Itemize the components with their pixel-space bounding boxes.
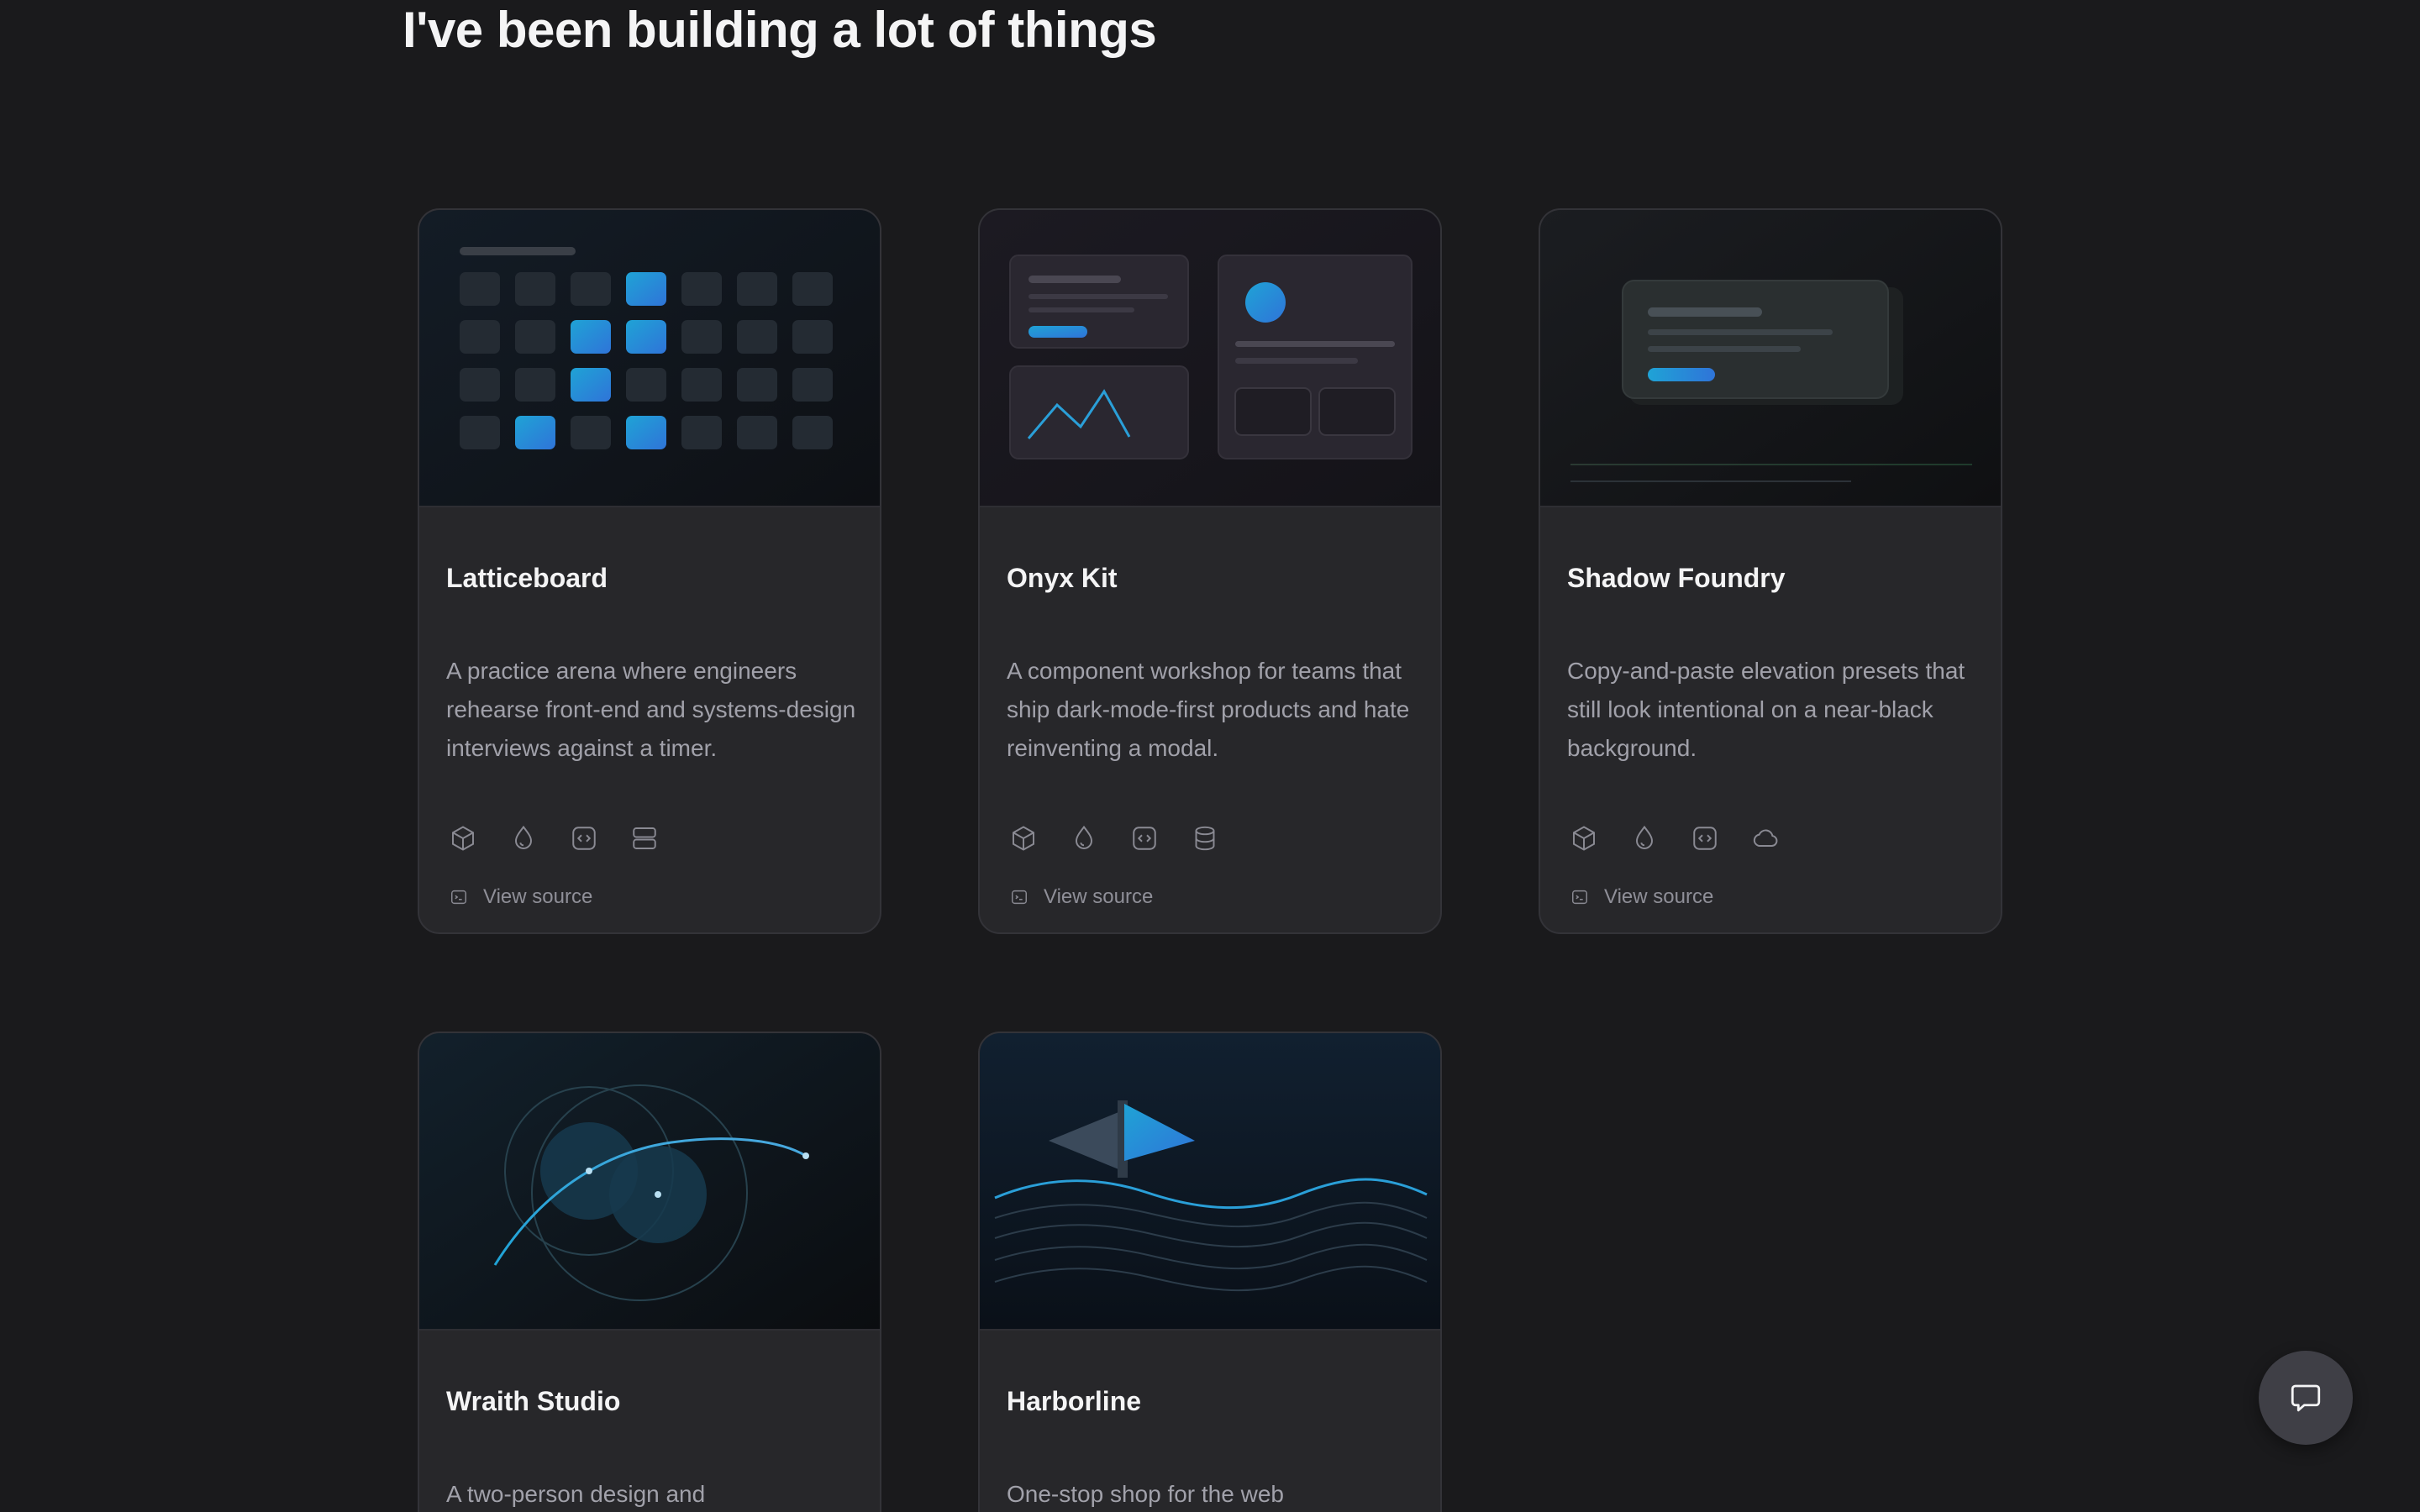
server-icon [629,823,660,853]
grid-cell [737,320,777,354]
grid-cell [792,416,833,449]
droplet-icon [1629,823,1660,853]
project-title: Onyx Kit [1007,563,1118,593]
grid-cell [792,368,833,402]
grid-cell [460,416,500,449]
project-card-harborline[interactable]: Harborline One-stop shop for the web [978,1032,1442,1512]
terminal-icon [1570,888,1589,906]
view-source-link[interactable]: View source [450,885,592,909]
project-description: Copy-and-paste elevation presets that st… [1567,658,1965,761]
project-card-shadow-foundry[interactable]: Shadow Foundry Copy-and-paste elevation … [1539,208,2002,934]
grid-cell-active [571,320,611,354]
project-description: A two-person design and [446,1481,706,1507]
grid-cell [515,272,555,306]
grid-cell-active [626,272,666,306]
project-thumbnail [1540,210,2001,507]
droplet-icon [508,823,539,853]
project-description: A practice arena where engineers rehears… [446,658,856,761]
grid-cell [571,272,611,306]
view-source-link[interactable]: View source [1010,885,1153,909]
grid-cell [515,320,555,354]
code-icon [1129,823,1160,853]
grid-cell [681,320,722,354]
droplet-icon [1069,823,1099,853]
grid-cell-active [515,416,555,449]
project-title: Shadow Foundry [1567,563,1786,593]
grid-cell-active [571,368,611,402]
projects-page: I've been building a lot of things Latti… [0,0,2420,1512]
database-icon [1190,823,1220,853]
project-title: Wraith Studio [446,1386,621,1416]
grid-cell [571,416,611,449]
project-card-latticeboard[interactable]: Latticeboard A practice arena where engi… [418,208,881,934]
grid-cell [460,272,500,306]
view-source-label: View source [483,885,593,908]
code-icon [569,823,599,853]
project-thumbnail [980,1033,1440,1331]
latticeboard-preview-graphic [419,210,880,506]
grid-cell [460,368,500,402]
chat-bubble-icon [2288,1380,2323,1415]
project-card-wraith-studio[interactable]: Wraith Studio A two-person design and [418,1032,881,1512]
grid-cell-active [626,416,666,449]
view-source-link[interactable]: View source [1570,885,1713,909]
grid-cell [626,368,666,402]
grid-cell [792,272,833,306]
project-thumbnail [419,1033,880,1331]
grid-cell [460,320,500,354]
project-thumbnail [419,210,880,507]
code-icon [1690,823,1720,853]
wraith-studio-preview-graphic [419,1033,880,1329]
grid-cell [681,368,722,402]
grid-cell [792,320,833,354]
grid-cell [737,416,777,449]
project-description: One-stop shop for the web [1007,1481,1284,1507]
tech-stack-icons [1008,823,1220,853]
tech-stack-icons [448,823,660,853]
grid-cell [681,416,722,449]
onyx-kit-preview-graphic [980,210,1440,506]
shadow-foundry-preview-graphic [1540,210,2001,506]
page-heading: I've been building a lot of things [402,2,1157,58]
chat-button[interactable] [2259,1351,2353,1445]
cube-icon [448,823,478,853]
cube-icon [1008,823,1039,853]
project-title: Latticeboard [446,563,608,593]
harborline-preview-graphic [980,1033,1440,1329]
grid-cell-active [626,320,666,354]
project-description: A component workshop for teams that ship… [1007,658,1410,761]
tech-stack-icons [1569,823,1781,853]
cube-icon [1569,823,1599,853]
cloud-icon [1750,823,1781,853]
grid-cell [515,368,555,402]
terminal-icon [450,888,468,906]
view-source-label: View source [1604,885,1714,908]
project-title: Harborline [1007,1386,1142,1416]
grid-cell [737,272,777,306]
project-thumbnail [980,210,1440,507]
terminal-icon [1010,888,1028,906]
view-source-label: View source [1044,885,1154,908]
grid-cell [681,272,722,306]
grid-cell [737,368,777,402]
project-card-onyx-kit[interactable]: Onyx Kit A component workshop for teams … [978,208,1442,934]
